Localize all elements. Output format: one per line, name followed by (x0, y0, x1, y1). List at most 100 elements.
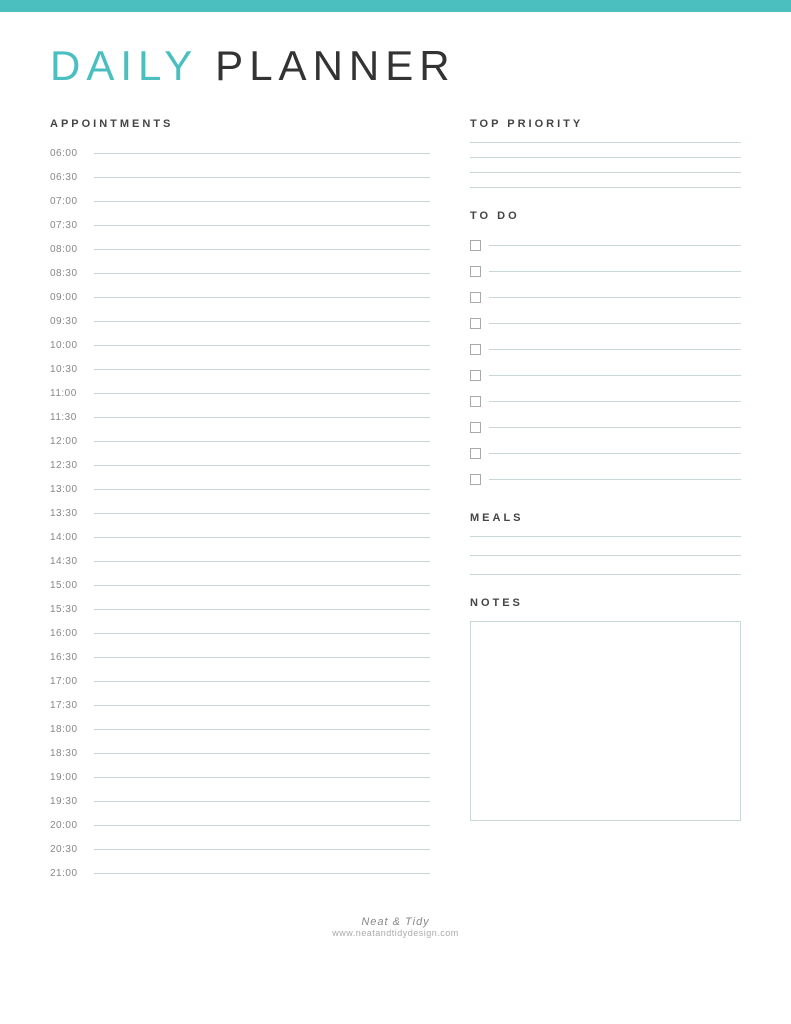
todo-item (470, 338, 741, 360)
footer: Neat & Tidy www.neatandtidydesign.com (50, 906, 741, 938)
todo-checkbox[interactable] (470, 292, 481, 303)
appointment-row: 14:00 (50, 526, 430, 548)
appointment-line (94, 825, 430, 826)
todo-line (489, 401, 741, 402)
top-priority-section: TOP PRIORITY (470, 118, 741, 188)
todo-line (489, 297, 741, 298)
time-label: 07:00 (50, 196, 88, 207)
todo-line (489, 427, 741, 428)
todo-checkbox[interactable] (470, 266, 481, 277)
footer-brand: Neat & Tidy (50, 916, 741, 928)
time-label: 21:00 (50, 868, 88, 879)
time-label: 11:30 (50, 412, 88, 423)
right-column: TOP PRIORITY TO DO (470, 118, 741, 843)
appointment-line (94, 537, 430, 538)
todo-line (489, 323, 741, 324)
time-label: 20:00 (50, 820, 88, 831)
appointment-line (94, 633, 430, 634)
time-label: 14:30 (50, 556, 88, 567)
todo-checkbox[interactable] (470, 474, 481, 485)
time-label: 10:30 (50, 364, 88, 375)
appointment-line (94, 657, 430, 658)
appointment-row: 10:00 (50, 334, 430, 356)
time-label: 12:00 (50, 436, 88, 447)
appointment-row: 15:00 (50, 574, 430, 596)
time-label: 18:00 (50, 724, 88, 735)
time-label: 17:30 (50, 700, 88, 711)
appointment-line (94, 369, 430, 370)
time-label: 19:30 (50, 796, 88, 807)
todo-title: TO DO (470, 210, 741, 222)
appointment-row: 07:30 (50, 214, 430, 236)
appointment-row: 08:30 (50, 262, 430, 284)
appointment-row: 13:30 (50, 502, 430, 524)
priority-line (470, 142, 741, 143)
todo-item (470, 260, 741, 282)
todo-checkbox[interactable] (470, 318, 481, 329)
time-label: 13:00 (50, 484, 88, 495)
meal-line (470, 574, 741, 575)
appointment-line (94, 585, 430, 586)
appointment-rows: 06:00 06:30 07:00 07:30 08:00 08:30 09:0… (50, 142, 430, 884)
todo-checkbox[interactable] (470, 422, 481, 433)
todo-checkbox[interactable] (470, 240, 481, 251)
appointment-row: 19:00 (50, 766, 430, 788)
appointment-line (94, 273, 430, 274)
todo-checkbox[interactable] (470, 448, 481, 459)
todo-line (489, 453, 741, 454)
appointment-line (94, 801, 430, 802)
todo-item (470, 234, 741, 256)
appointment-line (94, 177, 430, 178)
appointment-row: 06:30 (50, 166, 430, 188)
appointment-row: 17:30 (50, 694, 430, 716)
time-label: 14:00 (50, 532, 88, 543)
todo-checkbox[interactable] (470, 396, 481, 407)
meals-section: MEALS (470, 512, 741, 575)
todo-item (470, 442, 741, 464)
meal-line (470, 555, 741, 556)
appointment-line (94, 249, 430, 250)
todo-checkbox[interactable] (470, 344, 481, 355)
appointment-row: 07:00 (50, 190, 430, 212)
appointment-row: 08:00 (50, 238, 430, 260)
time-label: 16:00 (50, 628, 88, 639)
appointment-line (94, 873, 430, 874)
todo-item (470, 390, 741, 412)
time-label: 06:00 (50, 148, 88, 159)
appointment-row: 21:00 (50, 862, 430, 884)
appointment-line (94, 345, 430, 346)
todo-item (470, 364, 741, 386)
todo-line (489, 375, 741, 376)
time-label: 17:00 (50, 676, 88, 687)
notes-box[interactable] (470, 621, 741, 821)
time-label: 10:00 (50, 340, 88, 351)
todo-line (489, 245, 741, 246)
appointment-line (94, 393, 430, 394)
notes-section: NOTES (470, 597, 741, 821)
appointments-title: APPOINTMENTS (50, 118, 430, 130)
appointment-row: 20:30 (50, 838, 430, 860)
top-bar (0, 0, 791, 12)
time-label: 07:30 (50, 220, 88, 231)
todo-item (470, 312, 741, 334)
notes-title: NOTES (470, 597, 741, 609)
meal-line (470, 536, 741, 537)
priority-lines (470, 142, 741, 188)
appointment-row: 11:30 (50, 406, 430, 428)
appointment-row: 06:00 (50, 142, 430, 164)
time-label: 19:00 (50, 772, 88, 783)
appointment-line (94, 849, 430, 850)
todo-item (470, 416, 741, 438)
todo-item (470, 468, 741, 490)
todo-line (489, 271, 741, 272)
todo-line (489, 349, 741, 350)
appointment-line (94, 753, 430, 754)
time-label: 06:30 (50, 172, 88, 183)
todo-list (470, 234, 741, 490)
priority-line (470, 187, 741, 188)
todo-line (489, 479, 741, 480)
priority-line (470, 157, 741, 158)
todo-item (470, 286, 741, 308)
todo-checkbox[interactable] (470, 370, 481, 381)
appointment-row: 11:00 (50, 382, 430, 404)
